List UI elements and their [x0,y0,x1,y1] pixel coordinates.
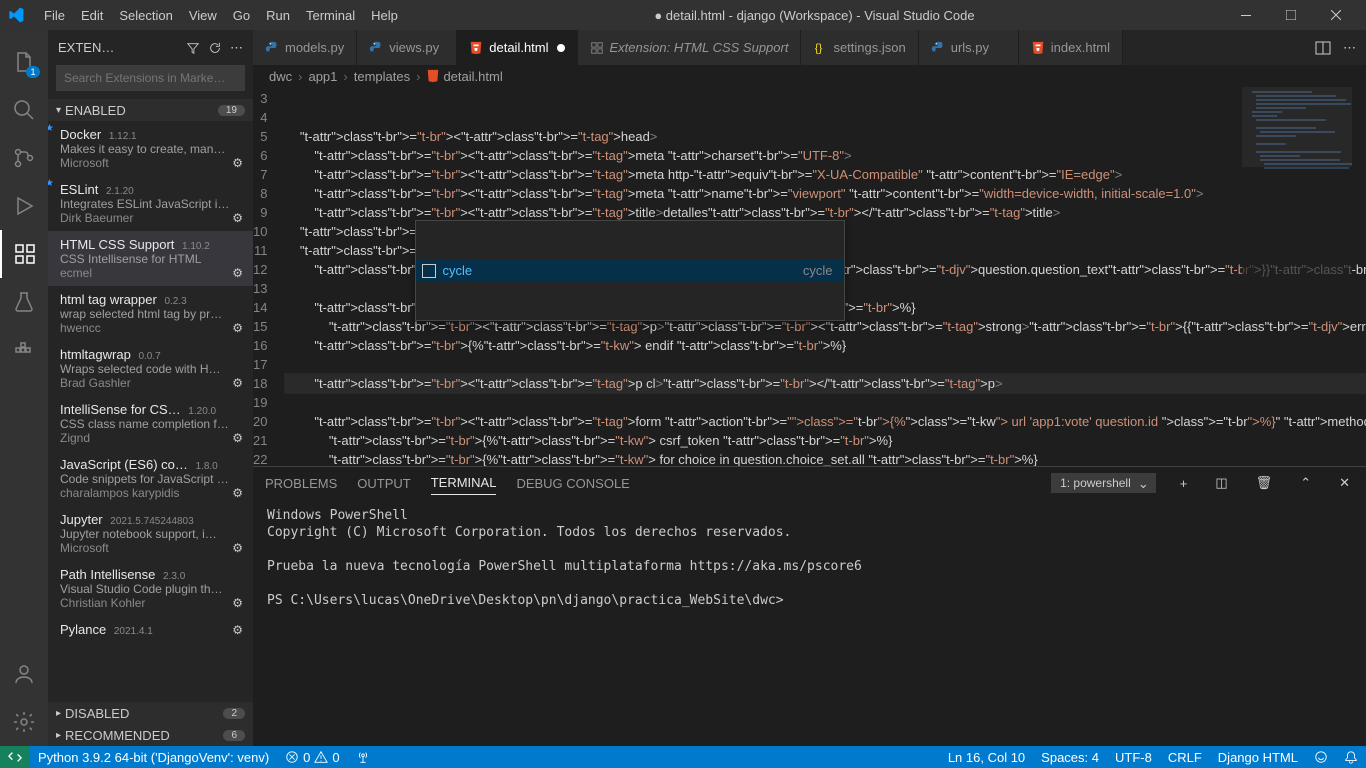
docker-icon[interactable] [0,326,48,374]
notifications-icon[interactable] [1336,746,1366,768]
panel-tab-terminal[interactable]: TERMINAL [431,471,497,495]
panel-tab-output[interactable]: OUTPUT [357,472,410,495]
filter-icon[interactable] [186,41,200,55]
section-enabled[interactable]: ▾ ENABLED 19 [48,99,253,121]
language-mode[interactable]: Django HTML [1210,746,1306,768]
extension-item[interactable]: IntelliSense for CS… 1.20.0CSS class nam… [48,396,253,451]
tab[interactable]: detail.html [457,30,577,65]
tab[interactable]: {}settings.json [801,30,918,65]
encoding-status[interactable]: UTF-8 [1107,746,1160,768]
menu-run[interactable]: Run [258,8,298,23]
gutter: 345678910111213141516171819202122 [253,87,285,466]
gear-icon[interactable]: ⚙ [232,596,243,610]
gear-icon[interactable]: ⚙ [232,266,243,280]
search-icon[interactable] [0,86,48,134]
problems-status[interactable]: 0 0 [277,746,347,768]
extension-item[interactable]: html tag wrapper 0.2.3wrap selected html… [48,286,253,341]
extensions-icon[interactable] [0,230,48,278]
source-control-icon[interactable] [0,134,48,182]
gear-icon[interactable]: ⚙ [232,321,243,335]
gear-icon[interactable]: ⚙ [232,156,243,170]
trash-icon[interactable]: 🗑 [1252,475,1277,491]
refresh-icon[interactable] [208,41,222,55]
breadcrumb[interactable]: dwc›app1›templates›detail.html [253,65,1366,87]
chevron-up-icon[interactable]: ⌃ [1296,475,1315,491]
svg-text:{}: {} [815,42,823,54]
tab[interactable]: index.html [1019,30,1123,65]
indent-status[interactable]: Spaces: 4 [1033,746,1107,768]
split-editor-icon[interactable] [1315,40,1331,56]
extension-item[interactable]: Pylance 2021.4.1⚙ [48,616,253,643]
code-area[interactable]: "t-attr">class"t-br">="t-br"><"t-attr">c… [285,87,1366,466]
close-panel-icon[interactable]: ✕ [1335,475,1354,491]
plus-icon[interactable]: + [1176,476,1192,491]
panel-tab-debug console[interactable]: DEBUG CONSOLE [516,472,629,495]
python-interpreter[interactable]: Python 3.9.2 64-bit ('DjangoVenv': venv) [30,746,277,768]
radio-tower-icon[interactable] [348,746,378,768]
gear-icon[interactable]: ⚙ [232,431,243,445]
gear-icon[interactable]: ⚙ [232,486,243,500]
activity-bar: 1 [0,30,48,746]
sidebar-title: EXTEN… [58,40,178,55]
window-title: ● detail.html - django (Workspace) - Vis… [406,8,1223,23]
extension-item[interactable]: Path Intellisense 2.3.0Visual Studio Cod… [48,561,253,616]
tab[interactable]: Extension: HTML CSS Support [578,30,802,65]
split-terminal-icon[interactable]: ◫ [1211,475,1231,491]
titlebar: FileEditSelectionViewGoRunTerminalHelp ●… [0,0,1366,30]
extension-item[interactable]: htmltagwrap 0.0.7Wraps selected code wit… [48,341,253,396]
run-debug-icon[interactable] [0,182,48,230]
panel-tab-problems[interactable]: PROBLEMS [265,472,337,495]
search-input[interactable] [56,65,245,91]
feedback-icon[interactable] [1306,746,1336,768]
panel-tabs: PROBLEMS OUTPUT TERMINAL DEBUG CONSOLE 1: po… [253,467,1366,499]
menu-view[interactable]: View [181,8,225,23]
suggest-item-icon [422,264,436,278]
extension-item[interactable]: JavaScript (ES6) co… 1.8.0Code snippets … [48,451,253,506]
explorer-icon[interactable]: 1 [0,38,48,86]
maximize-button[interactable] [1268,0,1313,30]
close-button[interactable] [1313,0,1358,30]
menu-go[interactable]: Go [225,8,258,23]
menu-edit[interactable]: Edit [73,8,111,23]
eol-status[interactable]: CRLF [1160,746,1210,768]
minimap[interactable] [1242,87,1352,287]
editor[interactable]: 345678910111213141516171819202122 "t-att… [253,87,1366,466]
extension-item[interactable]: ★Docker 1.12.1Makes it easy to create, m… [48,121,253,176]
tab[interactable]: urls.py [919,30,1019,65]
section-recommended[interactable]: ▸RECOMMENDED6 [48,724,253,746]
gear-icon[interactable]: ⚙ [232,623,243,637]
extension-item[interactable]: HTML CSS Support 1.10.2CSS Intellisense … [48,231,253,286]
more-icon[interactable]: ⋯ [230,40,243,56]
more-actions-icon[interactable]: ⋯ [1343,40,1356,56]
settings-gear-icon[interactable] [0,698,48,746]
tab[interactable]: models.py [253,30,357,65]
extensions-list: ★Docker 1.12.1Makes it easy to create, m… [48,121,253,702]
gear-icon[interactable]: ⚙ [232,376,243,390]
menu-file[interactable]: File [36,8,73,23]
chevron-down-icon: ▾ [56,105,61,116]
accounts-icon[interactable] [0,650,48,698]
status-bar: Python 3.9.2 64-bit ('DjangoVenv': venv)… [0,746,1366,768]
testing-icon[interactable] [0,278,48,326]
extension-item[interactable]: ★ESLint 2.1.20Integrates ESLint JavaScri… [48,176,253,231]
editor-tabs: models.pyviews.pydetail.htmlExtension: H… [253,30,1366,65]
menu-terminal[interactable]: Terminal [298,8,363,23]
minimize-button[interactable] [1223,0,1268,30]
menu-selection[interactable]: Selection [111,8,180,23]
cursor-position[interactable]: Ln 16, Col 10 [940,746,1033,768]
sidebar: EXTEN… ⋯ ▾ ENABLED 19 ★Docker 1.12.1Make… [48,30,253,746]
terminal[interactable]: Windows PowerShell Copyright (C) Microso… [253,499,1366,746]
autocomplete-popup[interactable]: cycle cycle [415,220,845,321]
extension-item[interactable]: Jupyter 2021.5.745244803Jupyter notebook… [48,506,253,561]
menu-help[interactable]: Help [363,8,406,23]
vscode-icon [8,7,24,23]
tab[interactable]: views.py [357,30,457,65]
gear-icon[interactable]: ⚙ [232,211,243,225]
panel: PROBLEMS OUTPUT TERMINAL DEBUG CONSOLE 1: po… [253,466,1366,746]
gear-icon[interactable]: ⚙ [232,541,243,555]
section-disabled[interactable]: ▸DISABLED2 [48,702,253,724]
terminal-select[interactable]: 1: powershell ⌄ [1051,473,1156,493]
remote-indicator[interactable] [0,746,30,768]
